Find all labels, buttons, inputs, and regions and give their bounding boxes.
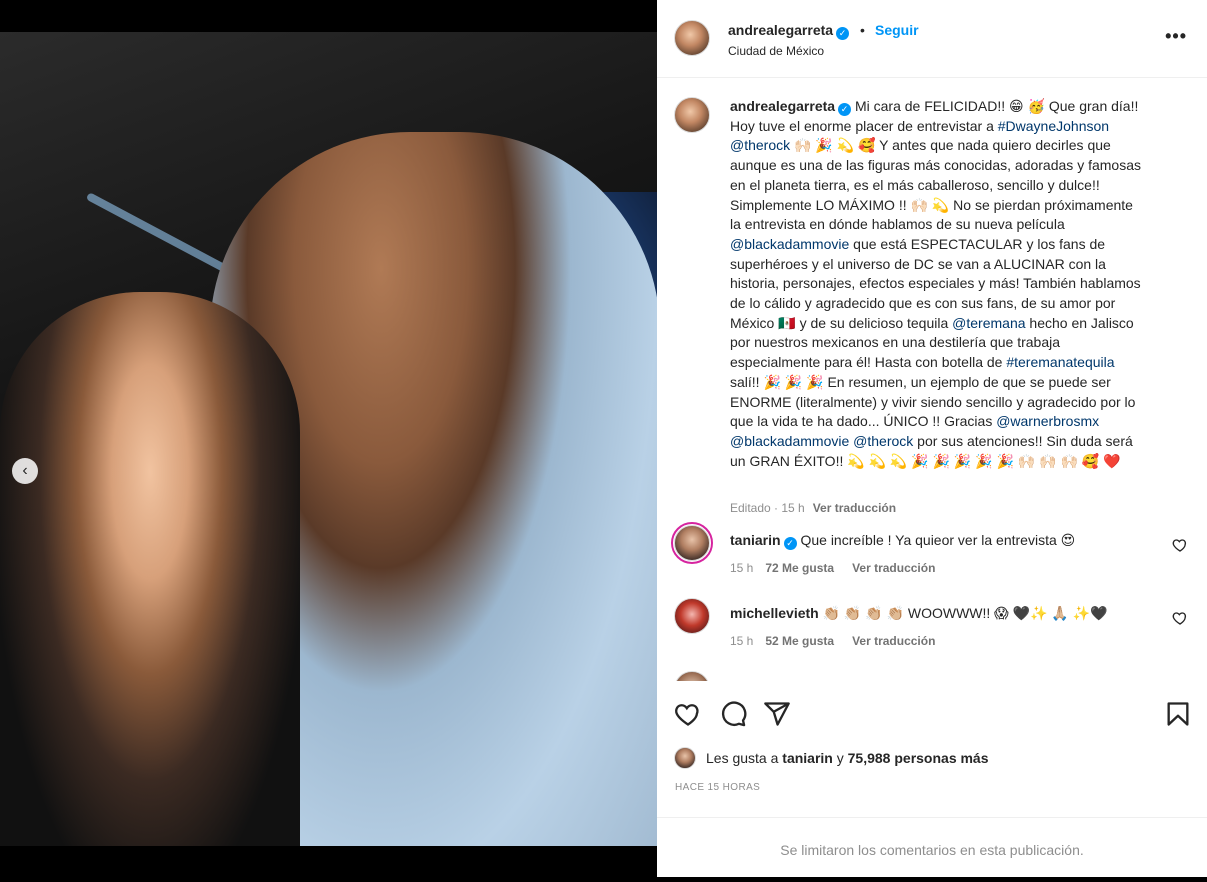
comment-likes-count[interactable]: 52 Me gusta — [765, 634, 834, 648]
mention-link[interactable]: @warnerbrosmx — [996, 413, 1099, 429]
comment-username[interactable]: taniarin — [730, 532, 781, 548]
more-options-icon[interactable]: ••• — [1165, 27, 1187, 45]
comment-meta: 15 h 72 Me gusta Ver traducción — [730, 561, 935, 575]
comments-section[interactable]: andrealegarreta ✓ Mi cara de FELICIDAD!! … — [657, 79, 1207, 681]
caption-line: México 🇲🇽 y de su delicioso tequila @ter… — [730, 314, 1134, 331]
liker-avatar[interactable] — [674, 747, 696, 769]
author-username-text[interactable]: andrealegarreta — [728, 22, 833, 38]
post-header: andrealegarreta ✓ • Seguir Ciudad de Méxi… — [657, 0, 1207, 78]
commenter-avatar[interactable] — [674, 525, 710, 561]
comments-limited-notice: Se limitaron los comentarios en esta pub… — [657, 817, 1207, 877]
comment-bubble-icon[interactable] — [719, 700, 747, 728]
mention-link[interactable]: @teremana — [952, 315, 1025, 331]
caption-line: Mi cara de FELICIDAD!! 😁 🥳 Que gran día!… — [854, 98, 1139, 114]
likes-others-link[interactable]: 75,988 personas más — [848, 750, 989, 766]
header-separator: • — [860, 22, 865, 38]
caption-line: @blackadammovie @therock por sus atencio… — [730, 432, 1133, 449]
post-actions-bar — [657, 690, 1207, 738]
caption-text: andrealegarreta ✓ Mi cara de FELICIDAD!! … — [730, 97, 1190, 471]
caption-meta: Editado · 15 h Ver traducción — [730, 501, 1030, 515]
verified-badge-icon: ✓ — [783, 537, 797, 550]
caption-line: ENORME (literalmente) y vivir siendo sen… — [730, 393, 1136, 410]
mention-link[interactable]: @therock — [853, 433, 913, 449]
comment-username[interactable]: michellevieth — [730, 605, 819, 621]
post-timestamp[interactable]: HACE 15 HORAS — [675, 782, 760, 793]
mention-link[interactable]: @blackadammovie — [730, 433, 849, 449]
caption-line: de lo cálido y agradecido que es con sus… — [730, 295, 1116, 312]
hashtag-link[interactable]: #teremanatequila — [1006, 354, 1114, 370]
comment-likes-count[interactable]: 72 Me gusta — [765, 561, 834, 575]
like-comment-heart-icon[interactable] — [1172, 610, 1188, 626]
caption-line: especialmente para él! Hasta con botella… — [730, 354, 1115, 371]
comment-line: taniarin ✓ Que increíble ! Ya quieor ver … — [730, 532, 1075, 550]
caption-translate-link[interactable]: Ver traducción — [813, 501, 896, 515]
caption-line: por nuestros mexicanos en una destilería… — [730, 334, 1061, 351]
verified-badge-icon: ✓ — [836, 27, 850, 40]
comment-translate-link[interactable]: Ver traducción — [852, 634, 935, 648]
mention-link[interactable]: @blackadammovie — [730, 236, 849, 252]
woman-figure — [0, 292, 300, 846]
like-heart-icon[interactable] — [674, 700, 702, 728]
caption-line: la entrevista en dónde hablamos de su nu… — [730, 216, 1065, 233]
author-username[interactable]: andrealegarreta ✓ — [728, 22, 850, 40]
caption-line: Hoy tuve el enorme placer de entrevistar… — [730, 117, 1110, 134]
caption-username[interactable]: andrealegarreta — [730, 98, 835, 114]
comment-line: michellevieth 👏🏼 👏🏼 👏🏼 👏🏼 WOOWWW!! 😱 🖤✨ … — [730, 605, 1108, 622]
previous-image-button[interactable]: ‹ — [12, 458, 38, 484]
follow-button[interactable]: Seguir — [875, 22, 919, 38]
mention-link[interactable]: @therock — [730, 137, 790, 153]
comment-meta: 15 h 52 Me gusta Ver traducción — [730, 634, 935, 648]
caption-author-avatar[interactable] — [674, 97, 710, 133]
caption-line: salí!! 🎉 🎉 🎉 En resumen, un ejemplo de q… — [730, 373, 1111, 390]
caption-line: en el planeta tierra, es el más caballer… — [730, 176, 1100, 193]
caption-line: un GRAN ÉXITO!! 💫 💫 💫 🎉 🎉 🎉 🎉 🎉 🙌🏻 🙌🏻 🙌🏻… — [730, 452, 1121, 469]
caption-line: @therock 🙌🏻 🎉 💫 🥰 Y antes que nada quier… — [730, 137, 1111, 154]
likes-joiner: y — [836, 750, 844, 766]
comment-text: Que increíble ! Ya quieor ver la entrevi… — [800, 532, 1076, 548]
caption-line: superhéroes y el universo de DC se van a… — [730, 255, 1106, 272]
commenter-avatar[interactable] — [674, 598, 710, 634]
caption-edited: Editado · 15 h — [730, 501, 805, 515]
comment-time[interactable]: 15 h — [730, 634, 753, 648]
caption-line: Simplemente LO MÁXIMO !! 🙌🏻 💫 No se pier… — [730, 196, 1133, 213]
caption-body: Mi cara de FELICIDAD!! 😁 🥳 Que gran día!… — [730, 98, 1141, 469]
comment-translate-link[interactable]: Ver traducción — [852, 561, 935, 575]
like-comment-heart-icon[interactable] — [1172, 537, 1188, 553]
likes-prefix: Les gusta a — [706, 750, 779, 766]
post-image[interactable]: ‹ — [0, 32, 657, 846]
comment-text: 👏🏼 👏🏼 👏🏼 👏🏼 WOOWWW!! 😱 🖤✨ 🙏🏼 ✨🖤 — [822, 605, 1108, 621]
caption-line: historia, personajes, efectos especiales… — [730, 275, 1141, 292]
commenter-avatar[interactable] — [674, 671, 710, 681]
save-bookmark-icon[interactable] — [1164, 700, 1192, 728]
share-paper-plane-icon[interactable] — [763, 700, 791, 728]
post-location[interactable]: Ciudad de México — [728, 44, 824, 58]
post-side-panel: andrealegarreta ✓ • Seguir Ciudad de Méxi… — [657, 0, 1207, 877]
post-modal: ‹ andrealegarreta ✓ • Seguir Ciudad de Mé… — [0, 0, 1207, 877]
caption-line: aunque es una de las figuras más conocid… — [730, 157, 1141, 174]
likes-summary-text: Les gusta a taniarin y 75,988 personas m… — [706, 750, 989, 766]
comment-time[interactable]: 15 h — [730, 561, 753, 575]
liker-username[interactable]: taniarin — [782, 750, 833, 766]
author-avatar[interactable] — [674, 20, 710, 56]
verified-badge-icon: ✓ — [838, 103, 852, 116]
hashtag-link[interactable]: #DwayneJohnson — [998, 118, 1109, 134]
caption-line: @blackadammovie que está ESPECTACULAR y … — [730, 235, 1106, 252]
caption-line: que la vida te ha dado... ÚNICO !! Graci… — [730, 413, 1100, 430]
